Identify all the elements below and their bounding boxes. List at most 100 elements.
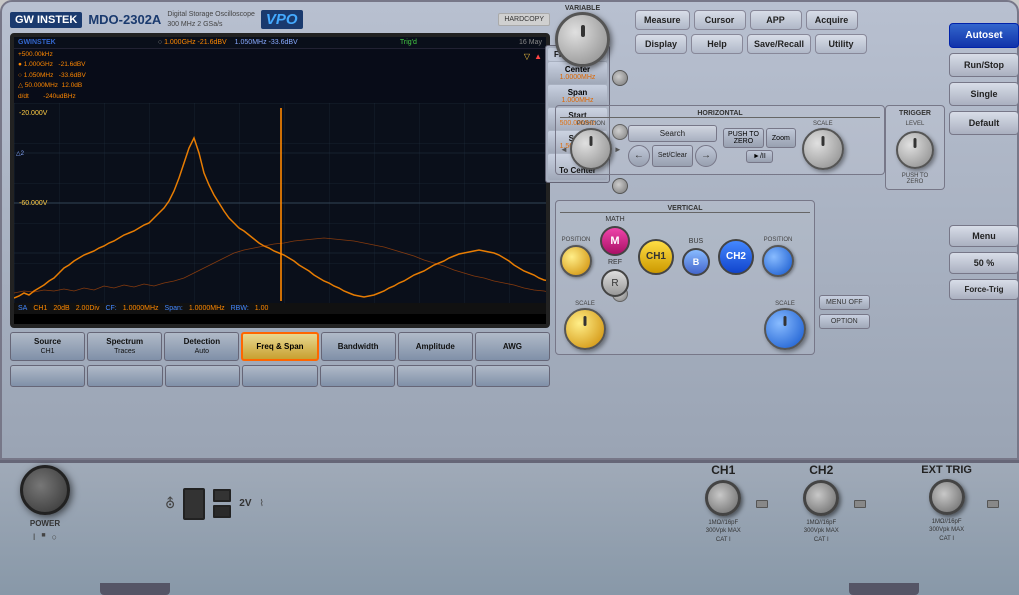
tab-source[interactable]: Source CH1 [10,332,85,361]
status-span: 1.0000MHz [189,305,225,312]
fn-btn-6[interactable] [397,365,472,387]
trigger-level-knob[interactable] [896,131,934,169]
ch2-spec: 1MΩ//16pF 300Vpk MAX CAT I [804,519,839,544]
top-buttons-area: Measure Cursor APP Acquire Display Help … [635,10,867,54]
ch2-bnc[interactable] [803,480,839,516]
fn-btn-4[interactable] [242,365,317,387]
v-position-label-right: POSITION [764,237,793,243]
variable-knob[interactable] [555,12,610,67]
v-scale-label-left: SCALE [575,301,595,307]
horizontal-label: HORIZONTAL [560,110,880,118]
v-position-knob-right[interactable] [762,245,794,277]
tab-spectrum[interactable]: Spectrum Traces [87,332,162,361]
trigger-menu-button[interactable]: Menu [949,225,1019,247]
tab-detection[interactable]: Detection Auto [164,332,239,361]
v-position-knob-left[interactable] [560,245,592,277]
autoset-button[interactable]: Autoset [949,23,1019,48]
v-scale-knob-right[interactable] [764,308,806,350]
measure-button[interactable]: Measure [635,10,690,30]
tab-freq-span[interactable]: Freq & Span [241,332,318,361]
single-button[interactable]: Single [949,82,1019,106]
trigger-buttons: Menu 50 % Force-Trig [949,225,1019,300]
brand-logo: GW INSTEK [10,12,82,28]
tab-bandwidth[interactable]: Bandwidth [321,332,396,361]
bus-label: BUS [689,238,703,245]
play-pause-button[interactable]: ►/II [746,150,773,163]
status-cf: 1.0000MHz [123,305,159,312]
position-knob[interactable] [570,128,612,170]
help-button[interactable]: Help [691,34,743,54]
foot-left [100,583,170,595]
feet-row [100,583,919,595]
menu-option-area: MENU OFF OPTION [819,295,870,329]
measurements-panel: +500.00kHz ● 1.000GHz -21.6dBV ○ 1.050MH… [18,50,86,102]
variable-section: VARIABLE [555,5,610,67]
ext-trig-bnc[interactable] [929,479,965,515]
math-button[interactable]: M [600,226,630,256]
fn-btn-3[interactable] [165,365,240,387]
ch1-button[interactable]: CH1 [638,239,674,275]
vpo-logo: VPO [261,10,303,29]
ch2-button[interactable]: CH2 [718,239,754,275]
utility-button[interactable]: Utility [815,34,867,54]
screen-measurements-compact: ○ 1.000GHz -21.6dBV 1.050MHz -33.6dBV [158,39,298,46]
hardcopy-button[interactable]: HARDCOPY [498,13,550,26]
variable-label: VARIABLE [565,5,600,12]
run-stop-button[interactable]: Run/Stop [949,53,1019,77]
fifty-percent-button[interactable]: 50 % [949,252,1019,274]
right-side-buttons: Autoset Run/Stop Single Default [949,23,1019,135]
fn-btn-2[interactable] [87,365,162,387]
svg-text:△2: △2 [16,151,25,157]
acquire-button[interactable]: Acquire [806,10,858,30]
bottom-panel: POWER I ■ ○ ⛢ 2V ⌇ [0,460,1019,595]
zoom-button[interactable]: Zoom [766,128,796,148]
svg-text:-60.000V: -60.000V [19,200,48,207]
screen-brand: GWINSTEK [18,39,56,46]
mini-usb-port[interactable] [213,505,231,518]
set-clear-button[interactable]: Set/Clear [652,145,693,167]
power-label: POWER [30,519,60,528]
v-scale-label-right: SCALE [775,301,795,307]
power-button[interactable] [20,465,70,515]
voltage-symbol: ⌇ [260,498,264,509]
select-button[interactable]: Search [628,125,717,142]
default-button[interactable]: Default [949,111,1019,135]
display-button[interactable]: Display [635,34,687,54]
push-to-zero-left[interactable]: PUSH TOZERO [723,128,764,148]
tab-amplitude[interactable]: Amplitude [398,332,473,361]
fn-btn-7[interactable] [475,365,550,387]
ref-button[interactable]: R [601,269,629,297]
screen-area: GW INSTEK MDO-2302A Digital Storage Osci… [10,10,550,360]
fn-btn-5[interactable] [320,365,395,387]
function-buttons-row [10,365,550,387]
option-button[interactable]: OPTION [819,314,870,329]
trigger-level-label: LEVEL [906,121,925,127]
sd-port[interactable] [213,489,231,502]
waveform-svg: -20.000V -60.000V △2 [14,103,546,303]
fn-btn-1[interactable] [10,365,85,387]
nav-right-button[interactable]: → [695,145,717,167]
right-control-panel: VARIABLE Measure Cursor APP Acquire Disp… [555,5,1019,430]
v-position-label-left: POSITION [562,237,591,243]
menu-off-button[interactable]: MENU OFF [819,295,870,310]
ch1-connector: CH1 1MΩ//16pF 300Vpk MAX CAT I [705,463,741,544]
ref-label: REF [608,259,622,266]
model-name: MDO-2302A [88,12,161,27]
scale-label: SCALE [813,121,833,127]
app-button[interactable]: APP [750,10,802,30]
trig-status: Trig'd [400,39,417,46]
ch1-label: CH1 [711,463,735,477]
bus-button[interactable]: B [682,248,710,276]
ch1-bnc[interactable] [705,480,741,516]
save-recall-button[interactable]: Save/Recall [747,34,811,54]
status-div: 2.00Div [76,305,100,312]
cursor-button[interactable]: Cursor [694,10,746,30]
usb-port-a[interactable] [183,488,205,520]
scale-knob[interactable] [802,128,844,170]
tab-awg[interactable]: AWG [475,332,550,361]
nav-left-button[interactable]: ← [628,145,650,167]
v-scale-knob-left[interactable] [564,308,606,350]
force-trig-button[interactable]: Force-Trig [949,279,1019,300]
trigger-label: TRIGGER [899,110,931,117]
foot-right [849,583,919,595]
